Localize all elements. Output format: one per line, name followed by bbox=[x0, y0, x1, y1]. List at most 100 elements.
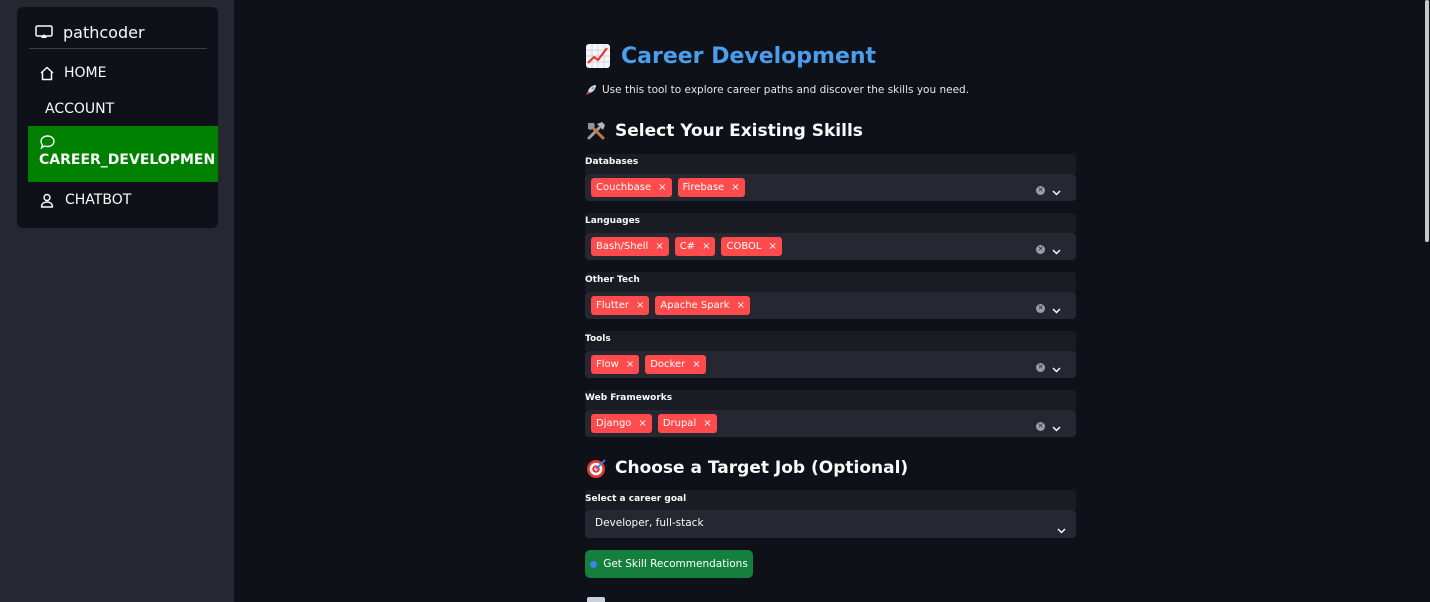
clear-all-icon[interactable]: ✕ bbox=[1036, 186, 1045, 195]
target-job-heading: Choose a Target Job (Optional) bbox=[585, 455, 908, 481]
web-frameworks-multiselect[interactable]: Django × Drupal × ✕ bbox=[585, 410, 1076, 437]
next-section-icon bbox=[587, 597, 605, 602]
databases-label-text: Databases bbox=[585, 157, 639, 167]
skill-tag: Flutter × bbox=[591, 296, 650, 315]
tools-multiselect[interactable]: Flow × Docker × ✕ bbox=[585, 351, 1076, 378]
databases-label-row bbox=[585, 154, 1076, 174]
button-label: Get Skill Recommendations bbox=[603, 558, 748, 570]
skill-tag: C# × bbox=[674, 237, 716, 256]
skill-tag-label: Docker bbox=[650, 359, 686, 370]
skill-tag-label: Flow bbox=[596, 359, 619, 370]
chart-increasing-icon bbox=[585, 43, 611, 69]
clear-all-icon[interactable]: ✕ bbox=[1036, 422, 1045, 431]
monitor-cast-icon bbox=[35, 25, 53, 39]
page-title-text: Career Development bbox=[621, 43, 877, 69]
chevron-down-icon[interactable] bbox=[1052, 417, 1061, 436]
remove-tag-icon[interactable]: × bbox=[703, 418, 711, 429]
tools-label-row bbox=[585, 331, 1076, 351]
remove-tag-icon[interactable]: × bbox=[626, 359, 634, 370]
languages-label: Languages bbox=[585, 216, 641, 226]
sidebar-item-label: CHATBOT bbox=[65, 192, 132, 208]
skill-tag-label: Django bbox=[596, 418, 632, 429]
remove-tag-icon[interactable]: × bbox=[737, 300, 745, 311]
multiselect-controls: ✕ bbox=[1036, 240, 1076, 259]
sidebar: pathcoder HOME ACCOUNT CAREER_DEVELOPMEN… bbox=[0, 0, 234, 602]
multiselect-controls: ✕ bbox=[1036, 181, 1076, 200]
career-goal-label: Select a career goal bbox=[585, 494, 687, 504]
web-frameworks-tags: Django × Drupal × bbox=[591, 414, 717, 433]
clear-all-icon[interactable]: ✕ bbox=[1036, 304, 1045, 313]
career-goal-value: Developer, full-stack bbox=[595, 517, 704, 529]
intro-text-label: Use this tool to explore career paths an… bbox=[602, 84, 970, 96]
skill-tag: Flow × bbox=[591, 355, 640, 374]
remove-tag-icon[interactable]: × bbox=[658, 182, 666, 193]
remove-tag-icon[interactable]: × bbox=[768, 241, 776, 252]
tools-label: Tools bbox=[585, 334, 611, 344]
chevron-down-icon[interactable] bbox=[1057, 519, 1066, 538]
multiselect-controls: ✕ bbox=[1036, 299, 1076, 318]
sidebar-item-label: CAREER_DEVELOPMEN bbox=[39, 152, 216, 168]
multiselect-controls: ✕ bbox=[1036, 417, 1076, 436]
other-tech-multiselect[interactable]: Flutter × Apache Spark × ✕ bbox=[585, 292, 1076, 319]
sidebar-item-chatbot[interactable]: CHATBOT bbox=[17, 190, 218, 210]
remove-tag-icon[interactable]: × bbox=[638, 418, 646, 429]
skill-tag-label: C# bbox=[679, 241, 696, 252]
sidebar-item-career-development[interactable]: CAREER_DEVELOPMEN bbox=[28, 126, 218, 182]
skill-tag-label: COBOL bbox=[726, 241, 762, 252]
skill-tag: COBOL × bbox=[721, 237, 782, 256]
remove-tag-icon[interactable]: × bbox=[655, 241, 663, 252]
languages-label-row bbox=[585, 213, 1076, 233]
home-icon bbox=[39, 66, 55, 81]
skill-tag: Couchbase × bbox=[591, 178, 672, 197]
skill-tag: Drupal × bbox=[657, 414, 717, 433]
languages-tags: Bash/Shell × C# × COBOL × bbox=[591, 237, 782, 256]
sidebar-item-account[interactable]: ACCOUNT bbox=[17, 99, 218, 119]
skills-heading-text: Select Your Existing Skills bbox=[615, 121, 863, 141]
tools-tags: Flow × Docker × bbox=[591, 355, 706, 374]
scrollbar[interactable] bbox=[1424, 0, 1430, 602]
skill-tag-label: Flutter bbox=[596, 300, 629, 311]
crystal-ball-icon bbox=[590, 560, 598, 568]
other-tech-label-row bbox=[585, 272, 1076, 292]
clear-all-icon[interactable]: ✕ bbox=[1036, 245, 1045, 254]
languages-multiselect[interactable]: Bash/Shell × C# × COBOL × ✕ bbox=[585, 233, 1076, 260]
remove-tag-icon[interactable]: × bbox=[692, 359, 700, 370]
target-icon bbox=[585, 457, 607, 479]
page-title: Career Development bbox=[585, 42, 876, 70]
person-icon bbox=[40, 193, 54, 208]
skill-tag: Firebase × bbox=[677, 178, 745, 197]
sidebar-nav-card: pathcoder HOME ACCOUNT CAREER_DEVELOPMEN… bbox=[17, 7, 218, 228]
skill-tag-label: Drupal bbox=[662, 418, 697, 429]
chevron-down-icon[interactable] bbox=[1052, 181, 1061, 200]
skill-tag: Docker × bbox=[645, 355, 706, 374]
sidebar-item-home[interactable]: HOME bbox=[17, 63, 218, 83]
remove-tag-icon[interactable]: × bbox=[731, 182, 739, 193]
other-tech-label: Other Tech bbox=[585, 275, 640, 285]
remove-tag-icon[interactable]: × bbox=[636, 300, 644, 311]
multiselect-controls: ✕ bbox=[1036, 358, 1076, 377]
web-frameworks-label: Web Frameworks bbox=[585, 393, 673, 403]
chevron-down-icon[interactable] bbox=[1052, 299, 1061, 318]
remove-tag-icon[interactable]: × bbox=[702, 241, 710, 252]
skill-tag-label: Firebase bbox=[682, 182, 725, 193]
skill-tag-label: Couchbase bbox=[596, 182, 652, 193]
skill-tag: Django × bbox=[591, 414, 652, 433]
sidebar-divider bbox=[29, 48, 207, 49]
databases-tags: Couchbase × Firebase × bbox=[591, 178, 745, 197]
skill-tag-label: Bash/Shell bbox=[596, 241, 649, 252]
other-tech-tags: Flutter × Apache Spark × bbox=[591, 296, 750, 315]
get-skill-recommendations-button[interactable]: Get Skill Recommendations bbox=[585, 550, 753, 578]
career-goal-select[interactable]: Developer, full-stack bbox=[585, 510, 1076, 538]
sidebar-item-label: ACCOUNT bbox=[45, 101, 115, 117]
brand: pathcoder bbox=[35, 21, 145, 43]
intro-text: Use this tool to explore career paths an… bbox=[585, 84, 969, 96]
sidebar-item-label: HOME bbox=[64, 65, 107, 81]
target-job-heading-text: Choose a Target Job (Optional) bbox=[615, 458, 909, 478]
clear-all-icon[interactable]: ✕ bbox=[1036, 363, 1045, 372]
chevron-down-icon[interactable] bbox=[1052, 358, 1061, 377]
skill-tag: Apache Spark × bbox=[655, 296, 750, 315]
scrollbar-thumb[interactable] bbox=[1425, 0, 1429, 242]
chevron-down-icon[interactable] bbox=[1052, 240, 1061, 259]
skill-tag: Bash/Shell × bbox=[591, 237, 669, 256]
databases-multiselect[interactable]: Couchbase × Firebase × ✕ bbox=[585, 174, 1076, 201]
